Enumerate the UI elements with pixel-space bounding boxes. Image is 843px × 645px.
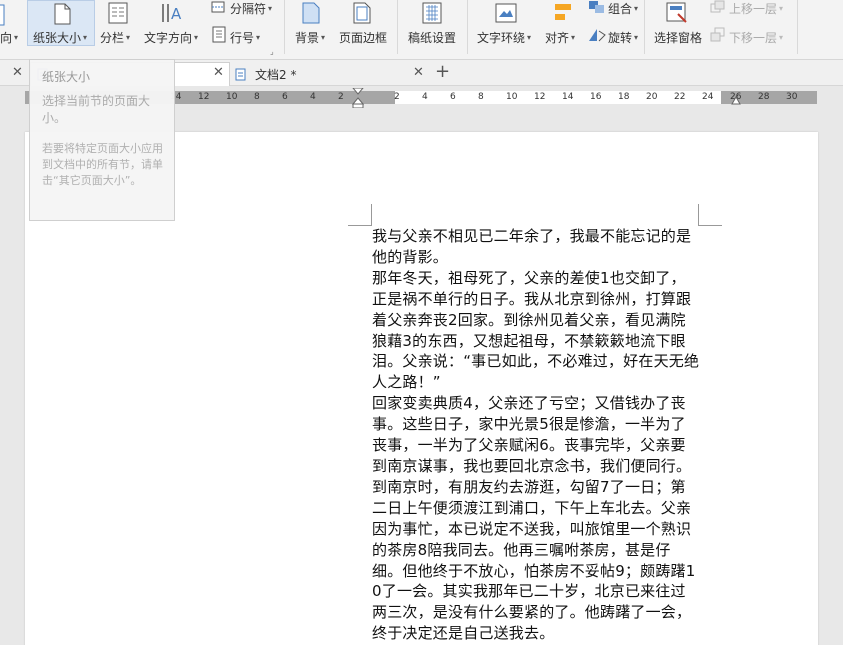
ruler-tick: 18	[618, 92, 630, 102]
svg-text:A: A	[171, 5, 182, 23]
group-button[interactable]: 组合 ▾	[608, 0, 638, 17]
text-direction-icon: A	[162, 4, 182, 23]
dialog-launcher-icon[interactable]: ⌟	[270, 47, 274, 56]
new-tab-icon[interactable]: +	[435, 61, 450, 82]
tooltip-title: 纸张大小	[42, 70, 91, 84]
margin-corner-marker	[348, 204, 372, 226]
ruler-tick: 24	[702, 92, 714, 102]
close-tab-icon[interactable]: ✕	[213, 65, 224, 80]
ribbon-divider	[397, 0, 398, 54]
text-wrap-button[interactable]: 文字环绕 ▾	[477, 29, 531, 46]
ruler-tick: 8	[478, 92, 484, 102]
orientation-icon	[0, 4, 5, 26]
page-border-icon	[353, 2, 371, 24]
selection-pane-button[interactable]: 选择窗格	[654, 29, 702, 46]
ruler-tick: 12	[534, 92, 546, 102]
paper-size-icon	[54, 3, 71, 25]
group-icon	[589, 1, 604, 13]
close-tab-icon[interactable]: ✕	[413, 65, 424, 80]
manuscript-icon	[422, 2, 442, 24]
manuscript-settings-button[interactable]: 稿纸设置	[408, 29, 456, 46]
ruler-tick: 6	[450, 92, 456, 102]
ruler-tick: 10	[506, 92, 518, 102]
separator-icon	[211, 1, 225, 13]
columns-button[interactable]: 分栏 ▾	[100, 29, 130, 46]
ribbon-divider	[284, 0, 285, 54]
ruler-text-area	[395, 91, 721, 104]
text-wrap-icon	[495, 3, 517, 23]
tooltip-description: 选择当前节的页面大小。	[42, 94, 151, 125]
selection-pane-icon	[666, 2, 687, 23]
ruler-tick: 4	[310, 92, 316, 102]
page-border-button[interactable]: 页面边框	[339, 29, 387, 46]
tab-label: 文档2 *	[255, 67, 297, 82]
ruler-tick: 8	[254, 92, 260, 102]
separator-button[interactable]: 分隔符 ▾	[230, 0, 272, 17]
paragraph: 我与父亲不相见已二年余了，我最不能忘记的是他的背影。	[372, 227, 692, 266]
columns-icon	[108, 2, 128, 24]
paragraph: 回家变卖典质4，父亲还了亏空；又借钱办了丧事。这些日子，家中光景5很是惨澹，一半…	[372, 394, 692, 475]
close-tab-icon[interactable]: ✕	[12, 65, 23, 80]
bring-forward-button[interactable]: 上移一层 ▾	[729, 0, 783, 17]
tooltip-body: 若要将特定页面大小应用到文档中的所有节，请单击“其它页面大小”。	[42, 142, 163, 187]
document-body[interactable]: 我与父亲不相见已二年余了，我最不能忘记的是他的背影。 那年冬天，祖母死了，父亲的…	[372, 226, 700, 644]
ruler-tick: 20	[646, 92, 658, 102]
paper-size-button[interactable]: 纸张大小 ▾	[33, 29, 87, 46]
document-icon	[235, 68, 246, 80]
send-backward-icon	[710, 27, 725, 42]
tab-document-2[interactable]: 文档2 *	[233, 62, 433, 86]
align-button[interactable]: 对齐 ▾	[545, 29, 575, 46]
ribbon-toolbar: 向 ▾ 纸张大小 ▾ 分栏 ▾ A 文字方向 ▾ 分隔符 ▾ 行号 ▾ ⌟ 背景 ▾ 页面边框	[0, 0, 843, 60]
ruler-tick: 12	[198, 92, 210, 102]
rotate-icon	[589, 29, 606, 42]
ruler-tick: 30	[786, 92, 798, 102]
indent-marker-icon[interactable]	[352, 88, 364, 108]
ruler-tick: 16	[590, 92, 602, 102]
ruler-tick: 4	[422, 92, 428, 102]
paragraph: 那年冬天，祖母死了，父亲的差使1也交卸了，正是祸不单行的日子。我从北京到徐州，打…	[372, 268, 700, 392]
right-indent-marker-icon[interactable]	[731, 96, 741, 105]
paper-size-tooltip: 纸张大小 选择当前节的页面大小。 若要将特定页面大小应用到文档中的所有节，请单击…	[29, 59, 175, 221]
send-backward-button[interactable]: 下移一层 ▾	[729, 29, 783, 46]
background-button[interactable]: 背景 ▾	[295, 29, 325, 46]
line-number-icon	[212, 26, 226, 43]
ruler-tick: 28	[758, 92, 770, 102]
paragraph: 到南京时，有朋友约去游逛，勾留7了一日；第二日上午便须渡江到浦口，下午上车北去。…	[372, 477, 696, 643]
ribbon-divider	[644, 0, 645, 54]
line-number-button[interactable]: 行号 ▾	[230, 29, 260, 46]
rotate-button[interactable]: 旋转 ▾	[608, 29, 638, 46]
orientation-button[interactable]: 向 ▾	[0, 29, 18, 46]
bring-forward-icon	[710, 0, 725, 13]
margin-corner-marker	[698, 204, 722, 226]
align-icon	[555, 4, 571, 20]
ruler-tick: 2	[394, 92, 400, 102]
ruler-tick: 22	[674, 92, 686, 102]
ribbon-divider	[467, 0, 468, 54]
text-direction-button[interactable]: 文字方向 ▾	[144, 29, 198, 46]
ruler-tick: 14	[562, 92, 574, 102]
ruler-tick: 2	[338, 92, 344, 102]
ribbon-divider	[797, 0, 798, 54]
background-icon	[302, 2, 320, 24]
ruler-tick: 10	[226, 92, 238, 102]
ruler-tick: 6	[282, 92, 288, 102]
